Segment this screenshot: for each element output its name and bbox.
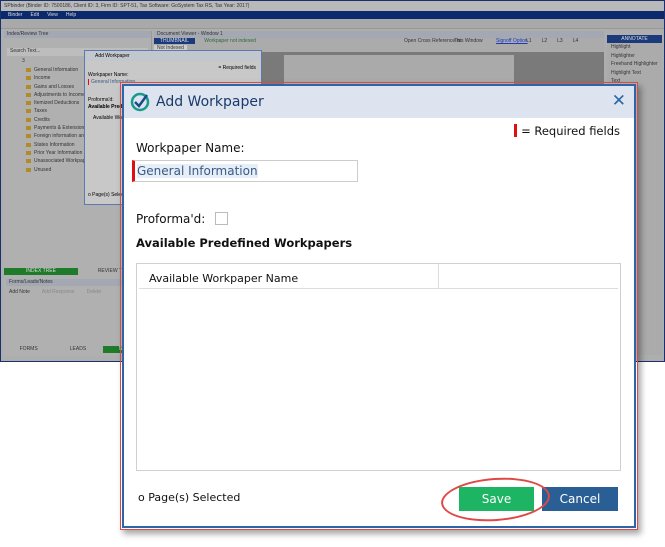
add-workpaper-dialog-frame: Add Workpaper ✕ = Required fields Workpa…: [120, 82, 638, 530]
level-3[interactable]: L3: [557, 38, 563, 44]
dialog-header: Add Workpaper: [124, 86, 634, 118]
small-dialog-title: Add Workpaper: [85, 51, 261, 61]
small-proforma-label: Proforma'd:: [88, 97, 114, 103]
menu-binder[interactable]: Binder: [8, 12, 22, 18]
level-2[interactable]: L2: [542, 38, 548, 44]
level-1[interactable]: L1: [526, 38, 532, 44]
predefined-workpapers-table: Available Workpaper Name: [136, 263, 621, 471]
level-4[interactable]: L4: [573, 38, 579, 44]
notes-toolbar: Add Note Add Response Delete: [9, 289, 101, 295]
annotate-item[interactable]: Freehand Highlighter: [607, 60, 662, 69]
signoff-levels: L1 L2 L3 L4: [526, 38, 578, 44]
annotate-item[interactable]: Highlight Text: [607, 69, 662, 78]
workpaper-name-label: Workpaper Name:: [136, 141, 245, 155]
main-toolbar: [1, 19, 664, 29]
dialog-title: Add Workpaper: [156, 94, 264, 110]
workpaper-name-value: General Information: [137, 164, 258, 178]
viewer-title: Document Viewer - Window 1: [154, 31, 604, 38]
annotate-item[interactable]: Highlighter: [607, 52, 662, 61]
small-name-label: Workpaper Name:: [88, 72, 129, 78]
annotate-item[interactable]: Highlight: [607, 43, 662, 52]
close-icon[interactable]: ✕: [612, 91, 626, 111]
menu-help[interactable]: Help: [66, 12, 76, 18]
menu-edit[interactable]: Edit: [30, 12, 39, 18]
menu-bar: Binder Edit View Help: [1, 11, 664, 19]
tab-leads[interactable]: LEADS: [53, 346, 102, 353]
delete-button[interactable]: Delete: [87, 289, 101, 295]
save-button[interactable]: Save: [459, 487, 534, 511]
table-header: Available Workpaper Name: [139, 264, 618, 289]
tab-index-tree[interactable]: INDEX TREE: [4, 268, 78, 275]
cross-ref-select[interactable]: This Window: [454, 38, 483, 44]
proforma-label: Proforma'd:: [136, 212, 206, 226]
window-title: SPbinder (Binder ID: 7500186, Client ID:…: [4, 3, 250, 9]
column-header-extra: [439, 264, 459, 288]
signoff-option-link[interactable]: Signoff Option: [496, 38, 528, 44]
tab-thumbnail[interactable]: THUMBNAIL: [154, 38, 195, 44]
panel-title: Index/Review Tree: [4, 31, 151, 38]
proforma-checkbox[interactable]: [215, 212, 228, 225]
menu-view[interactable]: View: [47, 12, 58, 18]
cancel-button[interactable]: Cancel: [542, 487, 618, 511]
required-fields-note: = Required fields: [514, 124, 620, 138]
predefined-workpapers-title: Available Predefined Workpapers: [136, 236, 353, 250]
add-workpaper-dialog: Add Workpaper ✕ = Required fields Workpa…: [122, 84, 636, 528]
index-status: Workpaper not indexed: [204, 38, 256, 44]
workpaper-name-input[interactable]: General Information: [132, 160, 358, 182]
tab-forms[interactable]: FORMS: [4, 346, 53, 353]
column-header-name[interactable]: Available Workpaper Name: [139, 264, 439, 288]
annotate-header[interactable]: ANNOTATE: [607, 35, 662, 43]
add-note-button[interactable]: Add Note: [9, 289, 30, 295]
title-bar: SPbinder (Binder ID: 7500186, Client ID:…: [1, 1, 664, 11]
add-response-button[interactable]: Add Response: [42, 289, 75, 295]
small-required-note: = Required fields: [218, 65, 256, 71]
checkmark-logo-icon: [130, 92, 150, 112]
pages-selected: o Page(s) Selected: [138, 491, 241, 504]
